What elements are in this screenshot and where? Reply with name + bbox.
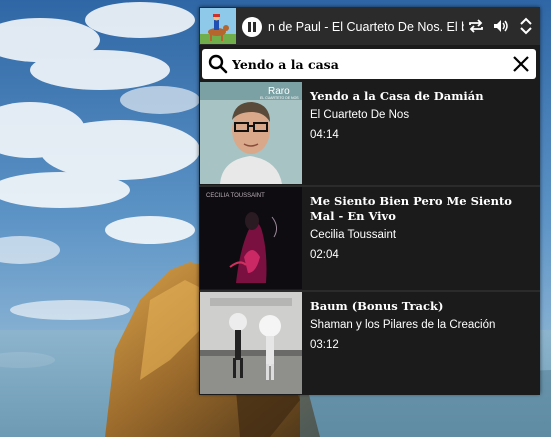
album-cover xyxy=(200,292,302,394)
result-title: Baum (Bonus Track) xyxy=(310,299,444,313)
search-bar xyxy=(202,49,536,79)
pause-button[interactable] xyxy=(241,16,263,38)
result-artist: El Cuarteto De Nos xyxy=(310,109,410,121)
album-cover: CECILIA TOUSSAINT xyxy=(200,187,302,289)
search-result-item[interactable]: Raro EL CUARTETO DE NOS Yendo a la Casa … xyxy=(199,82,540,185)
result-title: Me Siento Bien Pero Me Siento Mal - En V… xyxy=(310,194,512,223)
close-icon[interactable] xyxy=(511,54,531,74)
album-cover: Raro EL CUARTETO DE NOS xyxy=(200,82,302,184)
expand-collapse-icon[interactable] xyxy=(517,17,535,35)
music-player-widget: n de Paul - El Cuarteto De Nos. El b Yen… xyxy=(199,7,540,395)
player-top-bar: n de Paul - El Cuarteto De Nos. El b xyxy=(199,7,540,45)
result-duration: 03:12 xyxy=(310,339,339,351)
volume-icon[interactable] xyxy=(492,17,510,35)
result-duration: 02:04 xyxy=(310,249,339,261)
result-artist: Shaman y los Pilares de la Creación xyxy=(310,319,496,331)
search-icon xyxy=(208,54,228,74)
result-title: Yendo a la Casa de Damián xyxy=(310,89,484,103)
repeat-icon[interactable] xyxy=(467,17,485,35)
now-playing-album-art-thumbnail[interactable] xyxy=(200,8,236,44)
album-cover-subtitle: EL CUARTETO DE NOS xyxy=(260,96,299,100)
search-result-item[interactable]: Baum (Bonus Track) Shaman y los Pilares … xyxy=(199,292,540,395)
result-duration: 04:14 xyxy=(310,129,339,141)
result-artist: Cecilia Toussaint xyxy=(310,229,397,241)
album-cover-title: CECILIA TOUSSAINT xyxy=(206,193,265,199)
search-input[interactable] xyxy=(232,53,502,75)
search-result-item[interactable]: CECILIA TOUSSAINT Me Siento Bien Pero Me… xyxy=(199,187,540,290)
now-playing-marquee: n de Paul - El Cuarteto De Nos. El b xyxy=(268,20,464,34)
